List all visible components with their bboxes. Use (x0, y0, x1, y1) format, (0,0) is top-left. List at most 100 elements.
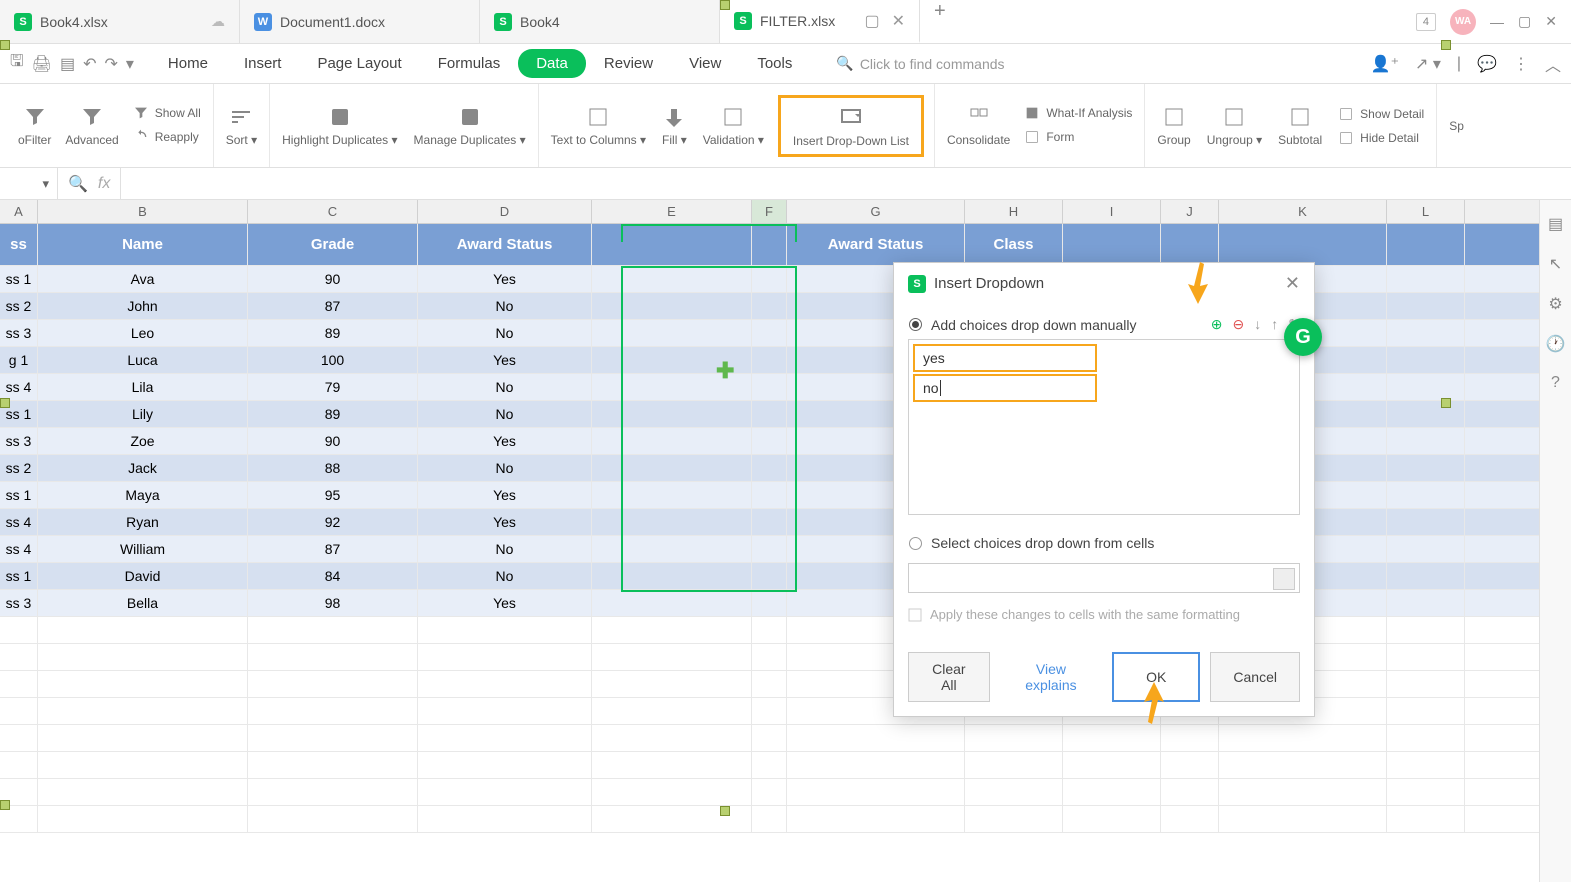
doc-tab-2[interactable]: S Book4 (480, 0, 720, 43)
cell[interactable] (592, 590, 752, 617)
cell[interactable]: No (418, 401, 592, 428)
grid[interactable]: ABCDEFGHIJKL ssNameGradeAward StatusAwar… (0, 200, 1571, 882)
cell[interactable] (752, 617, 787, 644)
cell[interactable] (1387, 509, 1465, 536)
cell[interactable] (1387, 428, 1465, 455)
tab-home[interactable]: Home (150, 49, 226, 78)
zoom-out-icon[interactable]: 🔍 (68, 174, 88, 194)
formula-input[interactable] (120, 168, 1571, 199)
cell[interactable] (1219, 752, 1387, 779)
cell[interactable] (1387, 293, 1465, 320)
cell[interactable]: ss 4 (0, 374, 38, 401)
ok-button[interactable]: OK (1112, 652, 1200, 702)
cell[interactable] (1465, 752, 1543, 779)
autofilter-button[interactable]: oFilter (16, 103, 53, 149)
cell[interactable] (1063, 224, 1161, 266)
cell[interactable]: 89 (248, 320, 418, 347)
cell[interactable] (592, 224, 752, 266)
cell[interactable] (0, 617, 38, 644)
cell[interactable] (248, 779, 418, 806)
cell[interactable] (0, 725, 38, 752)
cell[interactable]: Leo (38, 320, 248, 347)
cell[interactable]: ss 2 (0, 455, 38, 482)
cell[interactable] (1387, 224, 1465, 266)
cell[interactable] (592, 725, 752, 752)
highlight-duplicates-button[interactable]: Highlight Duplicates ▾ (280, 103, 399, 149)
cancel-button[interactable]: Cancel (1210, 652, 1300, 702)
cell[interactable] (965, 806, 1063, 833)
cell[interactable] (418, 644, 592, 671)
cell[interactable] (592, 644, 752, 671)
cell[interactable] (1465, 563, 1543, 590)
cell[interactable] (38, 806, 248, 833)
show-detail-button[interactable]: Show Detail (1336, 104, 1426, 124)
cell[interactable] (1387, 644, 1465, 671)
col-header-E[interactable]: E (592, 200, 752, 223)
cell[interactable] (592, 455, 752, 482)
cell[interactable] (0, 671, 38, 698)
col-header-A[interactable]: A (0, 200, 38, 223)
user-add-icon[interactable]: 👤⁺ (1371, 54, 1399, 74)
sort-button[interactable]: Sort ▾ (224, 103, 259, 149)
consolidate-button[interactable]: Consolidate (945, 103, 1012, 149)
cell[interactable]: Zoe (38, 428, 248, 455)
cell[interactable] (1387, 698, 1465, 725)
insert-dropdown-button[interactable]: Insert Drop-Down List (778, 95, 924, 157)
cell[interactable]: Yes (418, 482, 592, 509)
cell[interactable] (418, 617, 592, 644)
cell[interactable]: Grade (248, 224, 418, 266)
cell[interactable]: No (418, 293, 592, 320)
cell[interactable] (38, 725, 248, 752)
cell-reference[interactable]: ▾ (0, 168, 58, 199)
cell[interactable] (248, 644, 418, 671)
option-input-1[interactable]: no (913, 374, 1097, 402)
cell[interactable] (1465, 401, 1543, 428)
cell[interactable]: Class (965, 224, 1063, 266)
cell[interactable] (752, 455, 787, 482)
manage-duplicates-button[interactable]: Manage Duplicates ▾ (412, 103, 528, 149)
cell[interactable] (592, 563, 752, 590)
cell[interactable]: Lily (38, 401, 248, 428)
cell[interactable]: 90 (248, 266, 418, 293)
history-icon[interactable]: 🕐 (1546, 334, 1566, 354)
cell[interactable]: No (418, 320, 592, 347)
cell[interactable] (1387, 482, 1465, 509)
cell[interactable] (1387, 374, 1465, 401)
cell[interactable]: g 1 (0, 347, 38, 374)
cell[interactable]: 79 (248, 374, 418, 401)
cell[interactable] (592, 401, 752, 428)
cell[interactable] (1465, 482, 1543, 509)
cell[interactable]: 87 (248, 536, 418, 563)
cell[interactable] (592, 509, 752, 536)
cell[interactable] (592, 698, 752, 725)
cell[interactable] (752, 725, 787, 752)
cell[interactable] (248, 671, 418, 698)
cell[interactable]: Name (38, 224, 248, 266)
cell[interactable] (1219, 725, 1387, 752)
cell[interactable] (592, 617, 752, 644)
cell[interactable] (1387, 320, 1465, 347)
view-explains-link[interactable]: View explains (1000, 652, 1102, 702)
cell[interactable] (38, 644, 248, 671)
cell[interactable] (1465, 725, 1543, 752)
cell[interactable] (1465, 509, 1543, 536)
cell[interactable] (418, 698, 592, 725)
cell[interactable]: 98 (248, 590, 418, 617)
tab-tools[interactable]: Tools (739, 49, 810, 78)
cell[interactable] (752, 671, 787, 698)
cell[interactable] (1387, 455, 1465, 482)
cell[interactable]: ss 3 (0, 590, 38, 617)
apply-formatting-check[interactable]: Apply these changes to cells with the sa… (908, 593, 1300, 636)
cell[interactable] (787, 806, 965, 833)
cell[interactable] (1387, 347, 1465, 374)
avatar[interactable]: WA (1450, 9, 1476, 35)
cell[interactable]: 90 (248, 428, 418, 455)
cell[interactable]: Yes (418, 266, 592, 293)
cell[interactable] (592, 752, 752, 779)
close-icon[interactable]: ✕ (892, 11, 905, 31)
print-icon[interactable]: 🖨 (32, 54, 52, 74)
cell[interactable]: ss 2 (0, 293, 38, 320)
cell[interactable] (0, 698, 38, 725)
cell[interactable] (752, 590, 787, 617)
tab-review[interactable]: Review (586, 49, 671, 78)
